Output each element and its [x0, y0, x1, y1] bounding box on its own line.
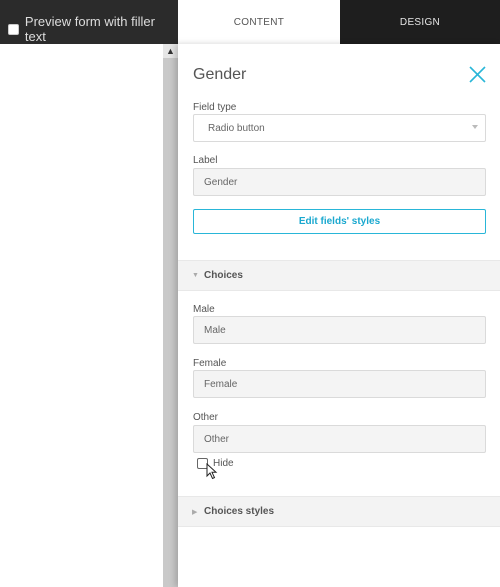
choice-label-other: Other — [193, 412, 219, 423]
choice-label-male: Male — [193, 304, 215, 315]
choices-styles-section-title: Choices styles — [204, 506, 275, 517]
preview-scrollbar[interactable]: ▲ — [163, 44, 178, 587]
edit-fields-styles-button[interactable]: Edit fields' styles — [193, 209, 486, 234]
label-input[interactable]: Gender — [193, 168, 486, 196]
tab-design[interactable]: DESIGN — [340, 0, 500, 44]
mouse-pointer-icon — [206, 463, 218, 480]
close-icon[interactable] — [468, 65, 487, 84]
preview-filler-checkbox[interactable] — [8, 23, 19, 35]
choice-label-female: Female — [193, 358, 227, 369]
choices-section-header[interactable]: ▼ Choices — [178, 260, 500, 291]
choices-section-title: Choices — [204, 270, 243, 281]
choice-value-male: Male — [204, 324, 226, 336]
preview-filler-toggle[interactable]: Preview form with filler text — [8, 14, 178, 44]
choice-input-male[interactable]: Male — [193, 316, 486, 344]
choice-value-other: Other — [204, 433, 230, 445]
panel-title: Gender — [193, 66, 247, 83]
preview-filler-label: Preview form with filler text — [24, 14, 155, 44]
chevron-down-icon — [472, 125, 478, 129]
form-preview-canvas — [0, 44, 163, 587]
field-type-label: Field type — [193, 102, 237, 113]
tab-content[interactable]: CONTENT — [178, 0, 340, 44]
scroll-up-button[interactable]: ▲ — [163, 44, 178, 58]
caret-right-icon: ▶ — [192, 508, 198, 516]
choice-value-female: Female — [204, 378, 238, 390]
caret-down-icon: ▼ — [192, 272, 199, 279]
field-type-value: Radio button — [208, 122, 265, 134]
field-settings-panel: Gender Field type Radio button Label Gen… — [178, 44, 500, 587]
choice-input-female[interactable]: Female — [193, 370, 486, 398]
choice-input-other[interactable]: Other — [193, 425, 486, 453]
choices-styles-section-header[interactable]: ▶ Choices styles — [178, 496, 500, 527]
label-field-label: Label — [193, 155, 218, 166]
preview-toolbar: Preview form with filler text — [0, 0, 178, 44]
label-input-value: Gender — [204, 176, 238, 188]
field-type-select[interactable]: Radio button — [193, 114, 486, 142]
